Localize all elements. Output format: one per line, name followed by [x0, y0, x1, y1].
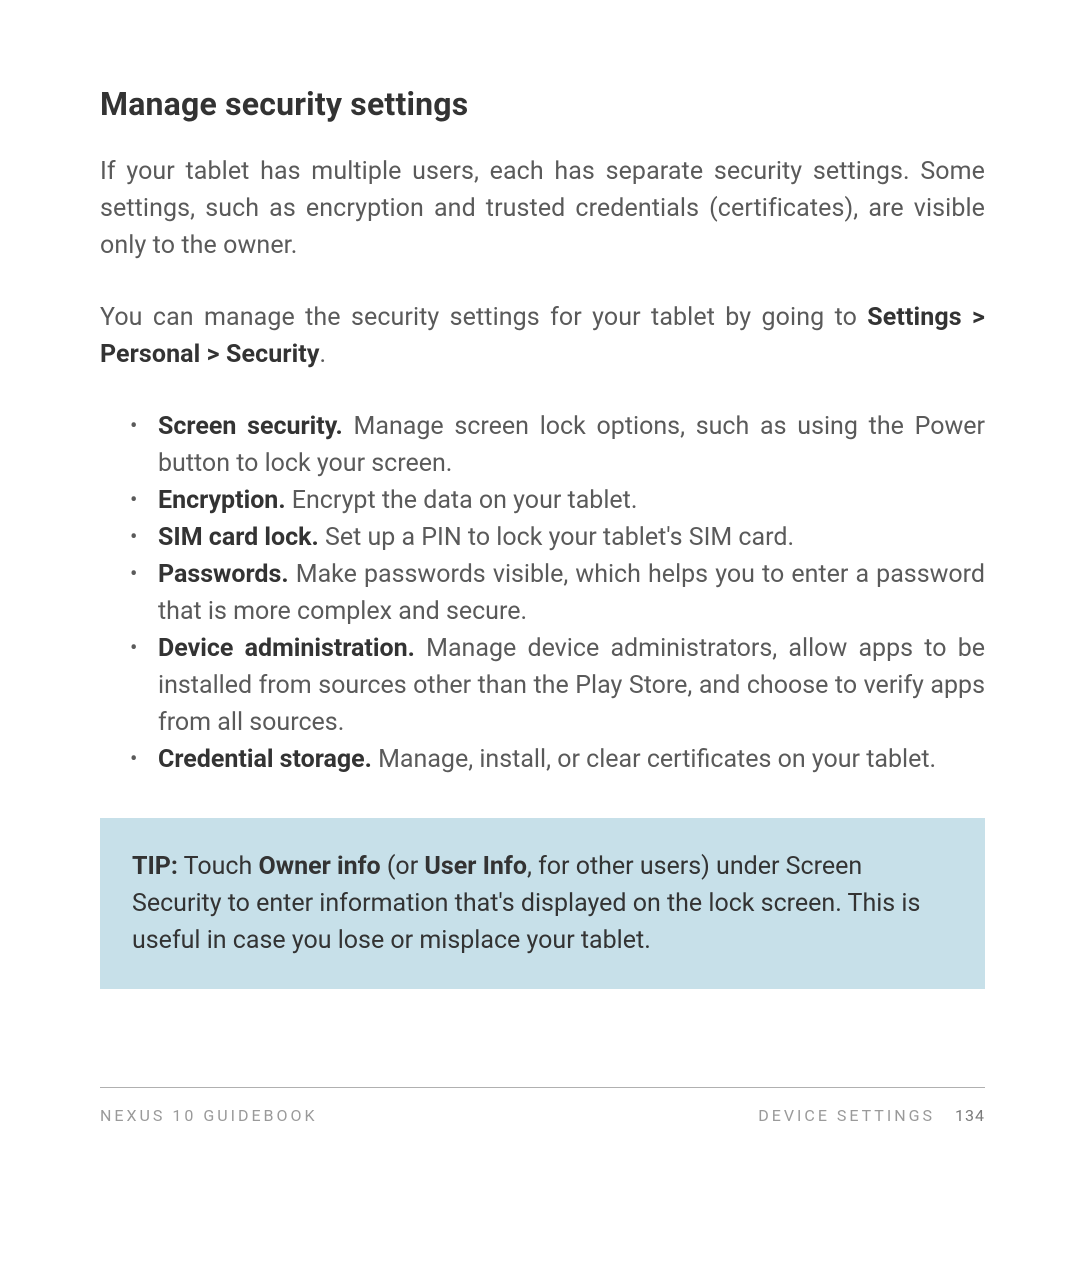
list-item: Screen security. Manage screen lock opti…	[130, 408, 985, 482]
list-item: Credential storage. Manage, install, or …	[130, 741, 985, 778]
page-footer: NEXUS 10 GUIDEBOOK DEVICE SETTINGS 134	[100, 1087, 985, 1125]
footer-section: DEVICE SETTINGS	[758, 1106, 935, 1125]
list-item: Device administration. Manage device adm…	[130, 630, 985, 741]
tip-text: Touch	[178, 852, 259, 881]
item-desc: Encrypt the data on your tablet.	[286, 486, 638, 515]
item-title: Screen security.	[158, 412, 343, 441]
list-item: Encryption. Encrypt the data on your tab…	[130, 482, 985, 519]
document-page: Manage security settings If your tablet …	[0, 0, 1080, 1270]
tip-box: TIP: Touch Owner info (or User Info, for…	[100, 818, 985, 989]
tip-text: (or	[381, 852, 425, 881]
item-title: Encryption.	[158, 486, 286, 515]
tip-user-info: User Info	[424, 852, 527, 881]
list-item: SIM card lock. Set up a PIN to lock your…	[130, 519, 985, 556]
para2-post: .	[320, 340, 327, 369]
security-settings-list: Screen security. Manage screen lock opti…	[100, 408, 985, 778]
list-item: Passwords. Make passwords visible, which…	[130, 556, 985, 630]
item-title: Device administration.	[158, 634, 415, 663]
item-title: Credential storage.	[158, 745, 372, 774]
footer-book-title: NEXUS 10 GUIDEBOOK	[100, 1106, 318, 1125]
item-desc: Manage, install, or clear certificates o…	[372, 745, 936, 774]
intro-paragraph-2: You can manage the security settings for…	[100, 299, 985, 373]
section-heading: Manage security settings	[100, 85, 985, 123]
item-desc: Set up a PIN to lock your tablet's SIM c…	[319, 523, 794, 552]
tip-owner-info: Owner info	[259, 852, 381, 881]
tip-label: TIP:	[132, 852, 178, 881]
page-number: 134	[955, 1106, 985, 1125]
para2-pre: You can manage the security settings for…	[100, 303, 867, 332]
item-title: Passwords.	[158, 560, 289, 589]
footer-right: DEVICE SETTINGS 134	[758, 1106, 985, 1125]
item-title: SIM card lock.	[158, 523, 319, 552]
intro-paragraph-1: If your tablet has multiple users, each …	[100, 153, 985, 264]
